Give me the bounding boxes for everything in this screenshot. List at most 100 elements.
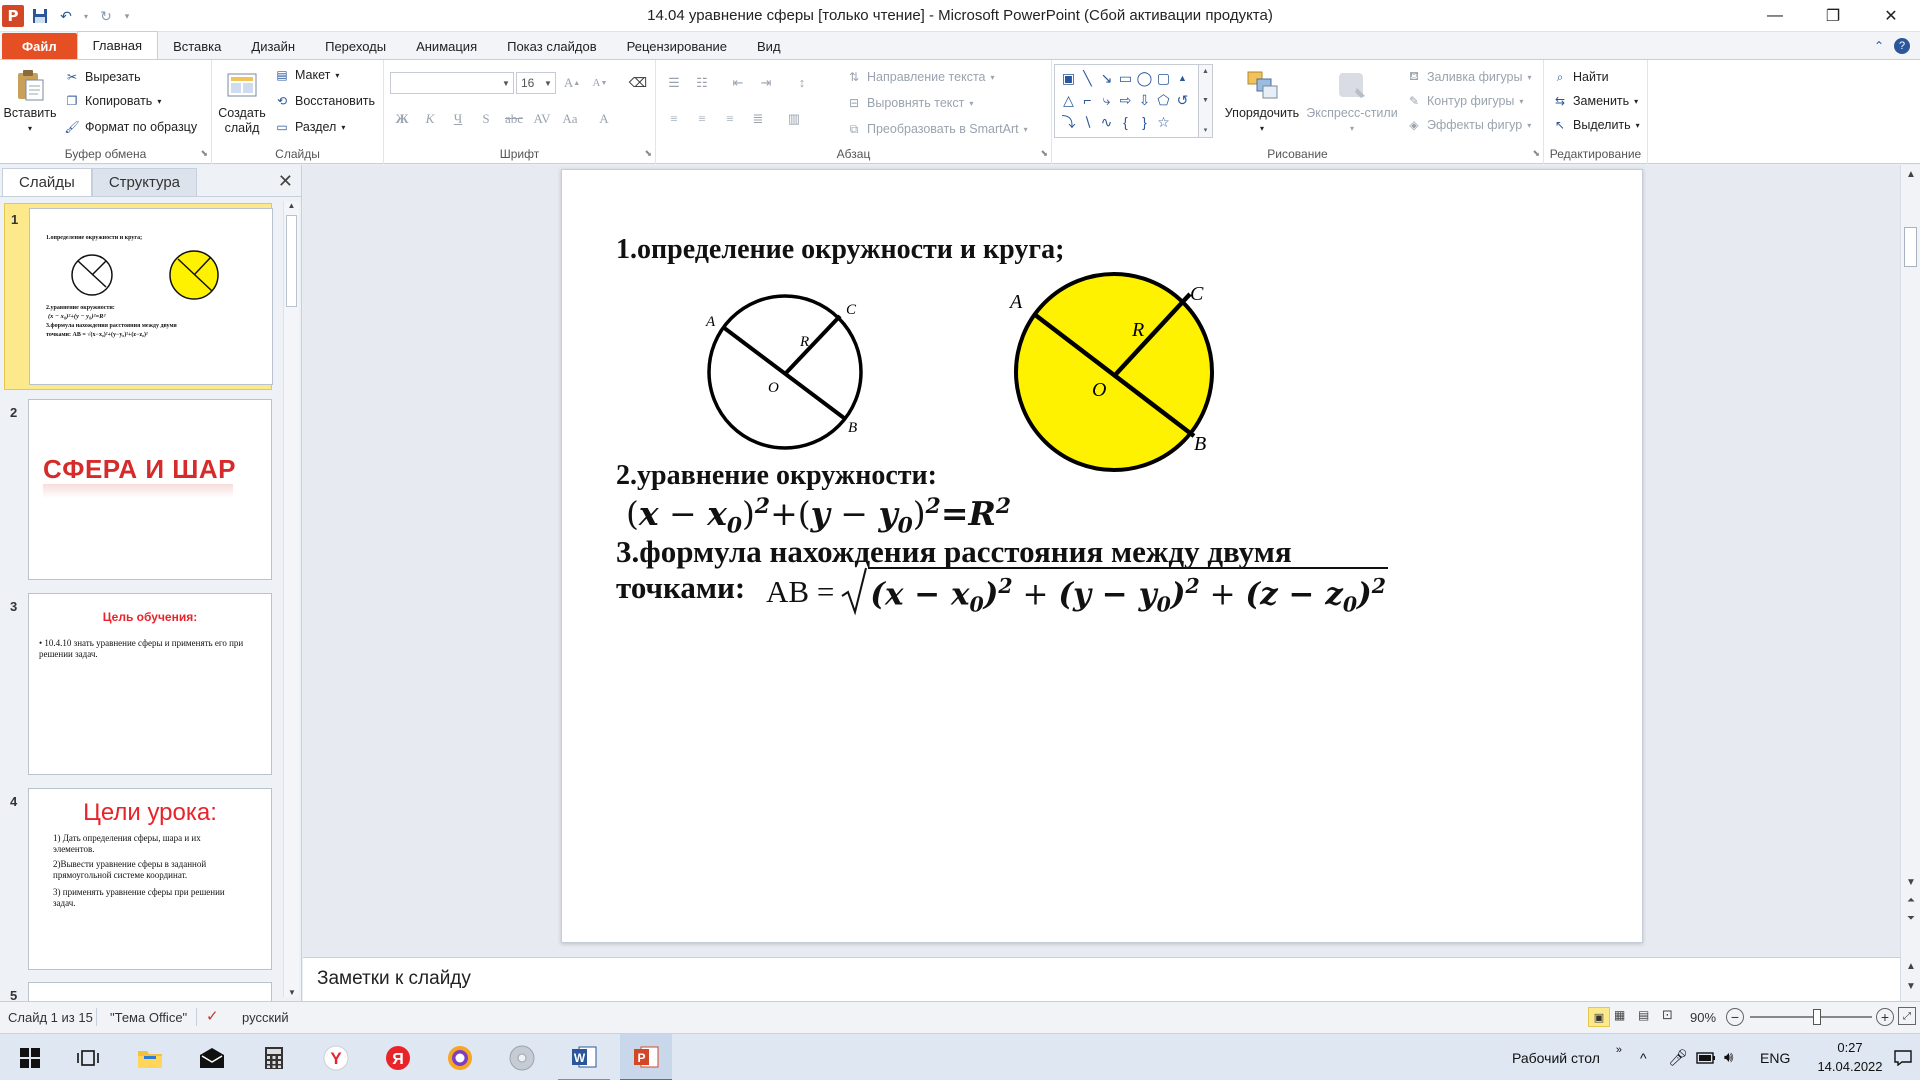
powerpoint-button[interactable]: P: [620, 1034, 672, 1080]
chevron-down-icon[interactable]: ▼: [284, 988, 300, 997]
text-direction-button[interactable]: ⇅ Направление текста ▾: [846, 66, 995, 88]
notes-pane[interactable]: Заметки к слайду: [303, 957, 1900, 1001]
slides-panel-scrollbar[interactable]: ▲ ▼: [283, 201, 299, 997]
clear-formatting-icon[interactable]: ⌫: [626, 72, 650, 94]
yandex-browser-button[interactable]: Y: [310, 1034, 362, 1080]
elbow-arrow-icon[interactable]: ⤷: [1097, 89, 1116, 111]
task-view-button[interactable]: [62, 1034, 114, 1080]
tab-review[interactable]: Рецензирование: [612, 33, 742, 59]
show-hidden-icons-icon[interactable]: ^: [1640, 1034, 1647, 1080]
battery-icon[interactable]: [1696, 1034, 1716, 1080]
curved-arrow-shape-icon[interactable]: ↺: [1173, 89, 1192, 111]
flowchart-shape-icon[interactable]: ⬠: [1154, 89, 1173, 111]
tab-slides[interactable]: Слайды: [2, 168, 92, 196]
tab-design[interactable]: Дизайн: [236, 33, 310, 59]
change-case-icon[interactable]: Aa: [558, 108, 582, 130]
elbow-connector-icon[interactable]: ⌐: [1078, 89, 1097, 111]
reading-view-icon[interactable]: ▤: [1638, 1008, 1649, 1022]
textbox-shape-icon[interactable]: ▣: [1059, 67, 1078, 89]
arrange-button[interactable]: Упорядочить ▾: [1222, 68, 1302, 136]
triangle-shape-icon[interactable]: ▲: [1173, 67, 1192, 89]
mail-button[interactable]: [186, 1034, 238, 1080]
arc-shape-icon[interactable]: ∖: [1078, 111, 1097, 133]
decrease-indent-icon[interactable]: ⇤: [726, 72, 750, 94]
reset-button[interactable]: ⟲ Восстановить: [274, 90, 375, 112]
normal-view-icon[interactable]: ▣: [1588, 1007, 1610, 1027]
tab-file[interactable]: Файл: [2, 33, 77, 59]
microphone-icon[interactable]: 🎤︎: [1668, 1034, 1688, 1080]
replace-button[interactable]: ⇆ Заменить ▾: [1552, 90, 1638, 112]
windows-start-button[interactable]: [4, 1034, 56, 1080]
tab-insert[interactable]: Вставка: [158, 33, 236, 59]
calculator-button[interactable]: [248, 1034, 300, 1080]
right-arrow-shape-icon[interactable]: ⇨: [1116, 89, 1135, 111]
powerpoint-app-icon[interactable]: P: [2, 5, 24, 27]
close-icon[interactable]: ✕: [278, 171, 293, 192]
editor-scrollbar[interactable]: ▲ ▼ ⏶ ⏷ ▲ ▼: [1900, 165, 1920, 1001]
zoom-out-icon[interactable]: −: [1726, 1008, 1744, 1026]
close-button[interactable]: ✕: [1862, 0, 1920, 32]
zoom-level[interactable]: 90%: [1690, 1010, 1716, 1025]
bold-icon[interactable]: Ж: [390, 108, 414, 130]
increase-indent-icon[interactable]: ⇥: [754, 72, 778, 94]
shape-effects-button[interactable]: ◈ Эффекты фигур ▾: [1406, 114, 1531, 136]
chromium-button[interactable]: [434, 1034, 486, 1080]
rounded-rect-shape-icon[interactable]: ▢: [1154, 67, 1173, 89]
file-explorer-button[interactable]: [124, 1034, 176, 1080]
curved-connector-icon[interactable]: ⤵: [1059, 111, 1078, 133]
scrollbar-thumb[interactable]: [286, 215, 297, 307]
next-slide-icon[interactable]: ⏷: [1901, 913, 1920, 924]
more-icon[interactable]: ▾: [1204, 126, 1208, 134]
grow-font-icon[interactable]: A ▲: [560, 72, 584, 94]
chevron-up-icon[interactable]: ▲: [1202, 68, 1209, 75]
dialog-launcher-icon[interactable]: ⬊: [200, 148, 208, 159]
char-spacing-icon[interactable]: AV: [530, 108, 554, 130]
strikethrough-icon[interactable]: abc: [502, 108, 526, 130]
cut-button[interactable]: ✂ Вырезать: [64, 66, 141, 88]
line-spacing-icon[interactable]: ↕: [790, 72, 814, 94]
right-brace-shape-icon[interactable]: }: [1135, 111, 1154, 133]
shapes-gallery-scroll[interactable]: ▲ ▼ ▾: [1199, 64, 1213, 138]
quick-styles-button[interactable]: Экспресс-стили ▾: [1304, 68, 1400, 136]
tab-home[interactable]: Главная: [76, 31, 159, 59]
yandex-button[interactable]: Я: [372, 1034, 424, 1080]
align-right-icon[interactable]: ≡: [718, 108, 742, 130]
dialog-launcher-icon[interactable]: ⬊: [644, 148, 652, 159]
tab-transitions[interactable]: Переходы: [310, 33, 401, 59]
layout-button[interactable]: ▤ Макет ▾: [274, 64, 339, 86]
minimize-button[interactable]: —: [1746, 0, 1804, 32]
volume-icon[interactable]: 🔊︎: [1724, 1034, 1733, 1080]
fit-slide-icon[interactable]: ⤢: [1898, 1007, 1916, 1025]
copy-button[interactable]: ❐ Копировать ▾: [64, 90, 162, 112]
undo-dropdown-icon[interactable]: ▾: [82, 6, 90, 26]
chevron-up-icon[interactable]: ▲: [1901, 961, 1920, 972]
slide-thumbnail-1[interactable]: 1 1.определение окружности и круга; 2.ур…: [4, 203, 273, 390]
shapes-gallery[interactable]: ▣ ╲ ↘ ▭ ◯ ▢ ▲ △ ⌐ ⤷ ⇨ ⇩ ⬠ ↺ ⤵ ∖ ∿ { } ☆: [1054, 64, 1199, 138]
dialog-launcher-icon[interactable]: ⬊: [1532, 148, 1540, 159]
shrink-font-icon[interactable]: A ▼: [588, 72, 612, 94]
find-button[interactable]: ⌕ Найти: [1552, 66, 1609, 88]
line-shape-icon[interactable]: ╲: [1078, 67, 1097, 89]
redo-icon[interactable]: ↻: [96, 6, 116, 26]
zoom-slider-thumb[interactable]: [1813, 1009, 1822, 1025]
numbering-icon[interactable]: ☷: [690, 72, 714, 94]
language-indicator[interactable]: русский: [242, 1010, 289, 1025]
word-button[interactable]: W: [558, 1034, 610, 1080]
undo-icon[interactable]: ↶: [56, 6, 76, 26]
desktop-toolbar[interactable]: Рабочий стол »: [1512, 1034, 1622, 1080]
slide-canvas[interactable]: 1.определение окружности и круга; A C R …: [561, 169, 1643, 943]
select-button[interactable]: ↖ Выделить ▾: [1552, 114, 1640, 136]
down-arrow-shape-icon[interactable]: ⇩: [1135, 89, 1154, 111]
input-language[interactable]: ENG: [1760, 1034, 1790, 1080]
slide-thumbnail-2[interactable]: 2 СФЕРА И ШАР: [4, 397, 272, 582]
arrow-line-shape-icon[interactable]: ↘: [1097, 67, 1116, 89]
zoom-in-icon[interactable]: +: [1876, 1008, 1894, 1026]
shape-outline-button[interactable]: ✎ Контур фигуры ▾: [1406, 90, 1523, 112]
columns-icon[interactable]: ▥: [782, 108, 806, 130]
restore-button[interactable]: ❐: [1804, 0, 1862, 32]
desktop-label[interactable]: Рабочий стол: [1512, 1050, 1600, 1066]
shadow-icon[interactable]: S: [474, 108, 498, 130]
chevron-up-icon[interactable]: ▲: [284, 201, 299, 210]
dialog-launcher-icon[interactable]: ⬊: [1040, 148, 1048, 159]
previous-slide-icon[interactable]: ⏶: [1901, 895, 1920, 906]
